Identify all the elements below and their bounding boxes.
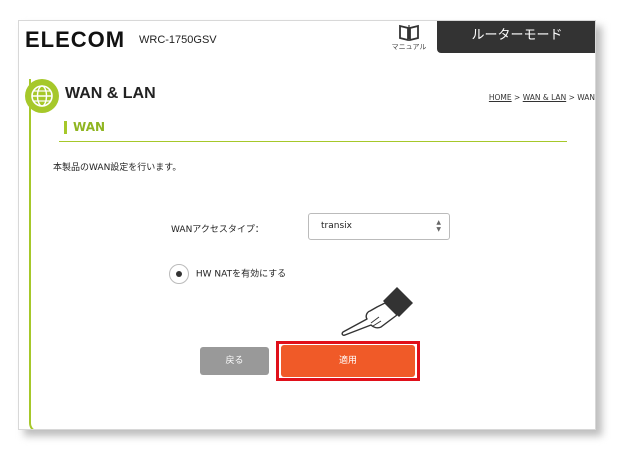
- wan-type-value: transix: [321, 221, 352, 231]
- book-icon: [399, 24, 419, 41]
- hw-nat-radio[interactable]: [169, 264, 189, 284]
- breadcrumb-separator: >: [566, 93, 578, 102]
- wan-type-label: WANアクセスタイプ：: [171, 225, 264, 235]
- page-title: WAN & LAN: [65, 85, 156, 102]
- hw-nat-label: HW NATを有効にする: [195, 269, 287, 280]
- hw-nat-option[interactable]: HW NATを有効にする: [169, 264, 286, 284]
- model-name: WRC-1750GSV: [139, 34, 217, 46]
- router-admin-window: ELECOM WRC-1750GSV マニュアル ルーターモード WAN & L…: [18, 20, 596, 430]
- section-divider: [59, 141, 567, 142]
- select-arrows-icon: ▲ ▼: [436, 219, 441, 233]
- breadcrumb-home[interactable]: HOME: [489, 93, 512, 102]
- header: ELECOM WRC-1750GSV マニュアル ルーターモード: [19, 21, 595, 73]
- breadcrumb-separator: >: [511, 93, 523, 102]
- breadcrumb: HOME > WAN & LAN > WAN: [489, 93, 595, 102]
- pointing-hand-icon: [341, 287, 413, 336]
- breadcrumb-wan-lan[interactable]: WAN & LAN: [523, 93, 566, 102]
- wan-type-select[interactable]: transix ▲ ▼: [308, 213, 450, 240]
- globe-icon: [25, 79, 59, 113]
- mode-indicator: ルーターモード: [437, 21, 595, 53]
- section-title: WAN: [64, 121, 105, 134]
- manual-label: マニュアル: [391, 43, 427, 51]
- brand-logo: ELECOM: [25, 27, 126, 52]
- apply-highlight-box: [276, 341, 420, 381]
- manual-button[interactable]: マニュアル: [389, 23, 429, 52]
- back-button[interactable]: 戻る: [200, 347, 269, 375]
- breadcrumb-current: WAN: [577, 93, 595, 102]
- page-description: 本製品のWAN設定を行います。: [53, 163, 182, 173]
